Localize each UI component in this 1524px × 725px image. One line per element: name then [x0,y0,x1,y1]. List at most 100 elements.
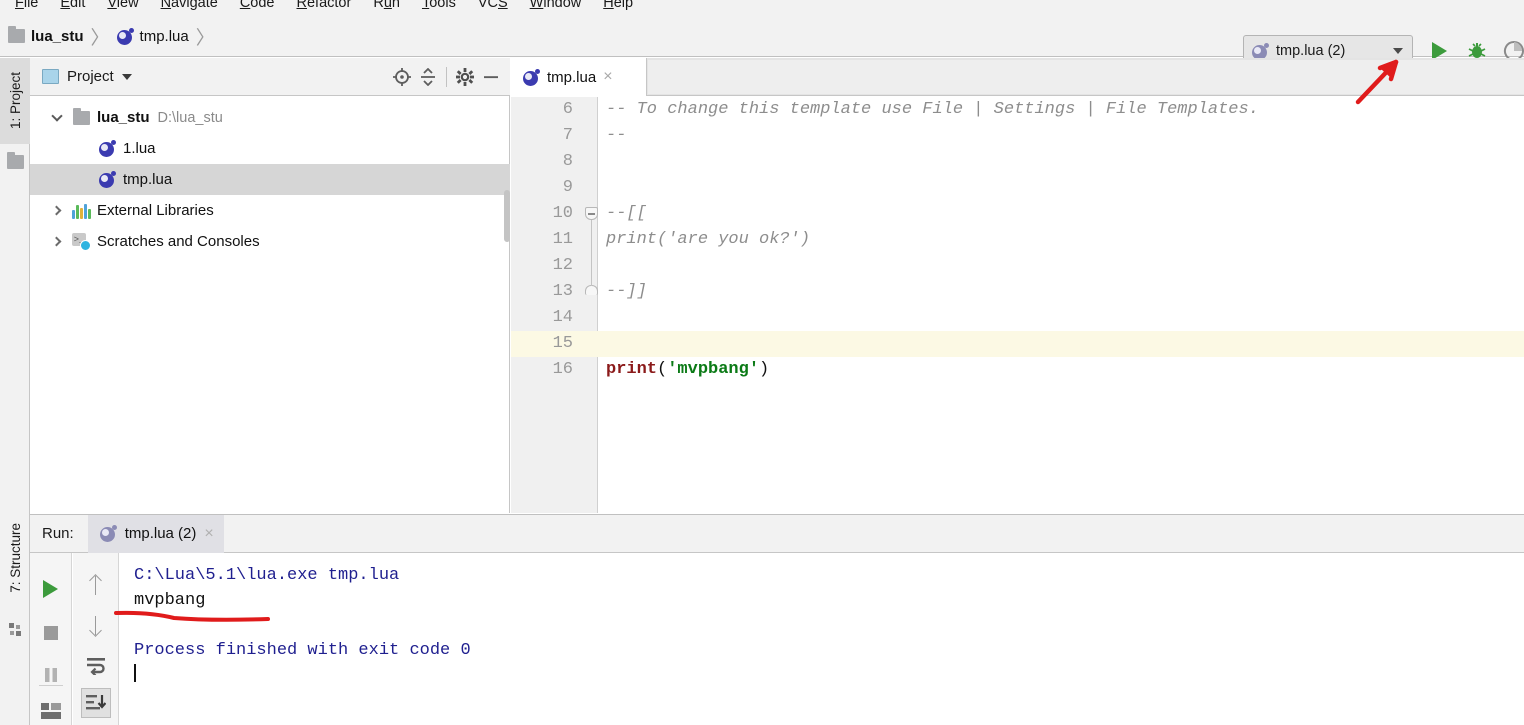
gear-icon[interactable] [452,64,478,90]
breadcrumb-separator-2: 〉 [195,27,215,49]
menu-item-view[interactable]: View [96,0,149,15]
folder-icon [6,152,24,169]
tree-node-external-libraries[interactable]: External Libraries [30,195,510,226]
fold-region-end-icon[interactable] [585,285,598,295]
line-number: 15 [552,334,573,353]
editor-tab-bar-empty [648,60,1524,94]
code-token: -- To change this template use File | Se… [606,100,1259,119]
chevron-right-icon[interactable] [44,205,70,216]
pause-button[interactable] [30,657,71,693]
chevron-down-icon[interactable] [1393,48,1403,54]
scratches-icon: >_ [70,233,92,251]
project-panel-title: Project [67,68,114,85]
code-editor[interactable]: 6 -- To change this template use File | S… [511,97,1524,513]
fold-region-line [591,220,592,227]
code-line[interactable]: 8 [511,149,1524,175]
code-line[interactable]: 10 --[[ [511,201,1524,227]
menu-item-navigate[interactable]: Navigate [150,0,229,15]
line-number: 9 [562,178,573,197]
run-configuration-label: tmp.lua (2) [1276,43,1346,59]
tree-node-1-lua[interactable]: 1.lua [30,133,510,164]
code-line[interactable]: 16 print('mvpbang') [511,357,1524,383]
rerun-play-icon [43,580,58,598]
tree-node-lua-stu[interactable]: lua_stu D:\lua_stu [30,102,510,133]
fold-collapse-icon[interactable] [585,207,598,220]
chevron-down-icon[interactable] [44,109,70,122]
tree-node-tmp-lua[interactable]: tmp.lua [30,164,510,195]
fold-region-line [591,253,592,279]
collapse-all-icon[interactable] [415,64,441,90]
soft-wrap-icon [86,658,105,675]
scroll-to-end-button[interactable] [73,685,118,721]
run-tab-tmp-lua[interactable]: tmp.lua (2) × [87,514,224,553]
breadcrumb-separator: 〉 [90,27,110,49]
run-tool-window: Run: tmp.lua (2) × C:\Lua\5.1\lua.exe tm… [30,514,1524,725]
code-line[interactable]: 7 -- [511,123,1524,149]
hide-minus-icon[interactable] [478,64,504,90]
menu-item-code[interactable]: Code [229,0,286,15]
stop-button[interactable] [30,615,71,651]
layout-button[interactable] [30,693,71,725]
soft-wrap-button[interactable] [73,647,118,683]
breadcrumb-item-file[interactable]: tmp.lua [116,27,193,45]
code-line[interactable]: 9 [511,175,1524,201]
menu-item-tools[interactable]: Tools [411,0,467,15]
code-token: 'mvpbang' [667,360,760,379]
console-output[interactable]: C:\Lua\5.1\lua.exe tmp.lua mvpbang Process… [120,553,1524,725]
scroll-to-end-icon [85,695,106,710]
run-panel-label: Run: [42,525,74,542]
editor-area: tmp.lua × 6 -- To change this template us… [511,58,1524,513]
locate-target-icon[interactable] [389,64,415,90]
code-line[interactable]: 14 [511,305,1524,331]
editor-scrollbar-thumb[interactable] [504,190,510,242]
navigation-bar: lua_stu 〉 tmp.lua 〉 tmp.lua (2) [0,15,1524,67]
chevron-down-icon[interactable] [121,73,132,80]
structure-grid-icon-strip[interactable] [0,616,30,642]
console-caret [134,663,1524,688]
code-line[interactable]: 12 [511,253,1524,279]
line-number: 10 [552,204,573,223]
code-line[interactable]: 6 -- To change this template use File | S… [511,97,1524,123]
tree-node-label: Scratches and Consoles [97,233,260,250]
sidebar-item-project[interactable]: 1: Project [0,58,30,144]
code-token: ) [759,360,770,379]
run-toolbar-secondary [73,553,119,725]
sidebar-item-favorites[interactable]: orites [0,708,30,725]
menu-item-refactor[interactable]: Refactor [286,0,363,15]
project-folder-icon-strip[interactable] [0,148,30,176]
code-line-text: -- [606,123,626,149]
console-line: C:\Lua\5.1\lua.exe tmp.lua [134,566,400,585]
menu-item-file[interactable]: File [4,0,49,15]
folder-icon [8,26,25,43]
editor-tab-tmp-lua[interactable]: tmp.lua × [511,58,647,96]
code-token: print('are you ok?') [606,230,811,249]
code-token: --]] [606,282,647,301]
chevron-right-icon[interactable] [44,236,70,247]
close-icon[interactable]: × [603,69,612,85]
tree-node-label: lua_stu [97,109,150,126]
menu-item-window[interactable]: Window [519,0,593,15]
rerun-button[interactable] [30,571,71,607]
fold-region-line [591,227,592,253]
tree-node-scratches-and-consoles[interactable]: >_ Scratches and Consoles [30,226,510,257]
menu-bar: File Edit View Navigate Code Refactor Run Tools… [0,0,1524,15]
menu-item-edit[interactable]: Edit [49,0,96,15]
code-line[interactable]: 13 --]] [511,279,1524,305]
menu-item-help[interactable]: Help [592,0,644,15]
scroll-up-button[interactable] [73,567,118,603]
grid-icon [8,622,21,636]
run-tab-label: tmp.lua (2) [124,525,197,542]
console-line: mvpbang [134,591,206,610]
menu-item-vcs[interactable]: VCS [467,0,519,15]
menu-item-run[interactable]: Run [362,0,411,15]
code-line[interactable]: 11 print('are you ok?') [511,227,1524,253]
close-icon[interactable]: × [204,525,213,542]
breadcrumb-item-project[interactable]: lua_stu [8,26,88,45]
project-tool-window: Project lua_stu D:\lua_stu 1.lua tmp.lua… [30,58,510,513]
stop-icon [43,626,58,640]
sidebar-item-structure[interactable]: 7: Structure [0,505,30,611]
code-token: --[[ [606,204,647,223]
code-line[interactable]: 15 [511,331,1524,357]
scroll-down-button[interactable] [73,607,118,643]
line-number: 11 [552,230,573,249]
